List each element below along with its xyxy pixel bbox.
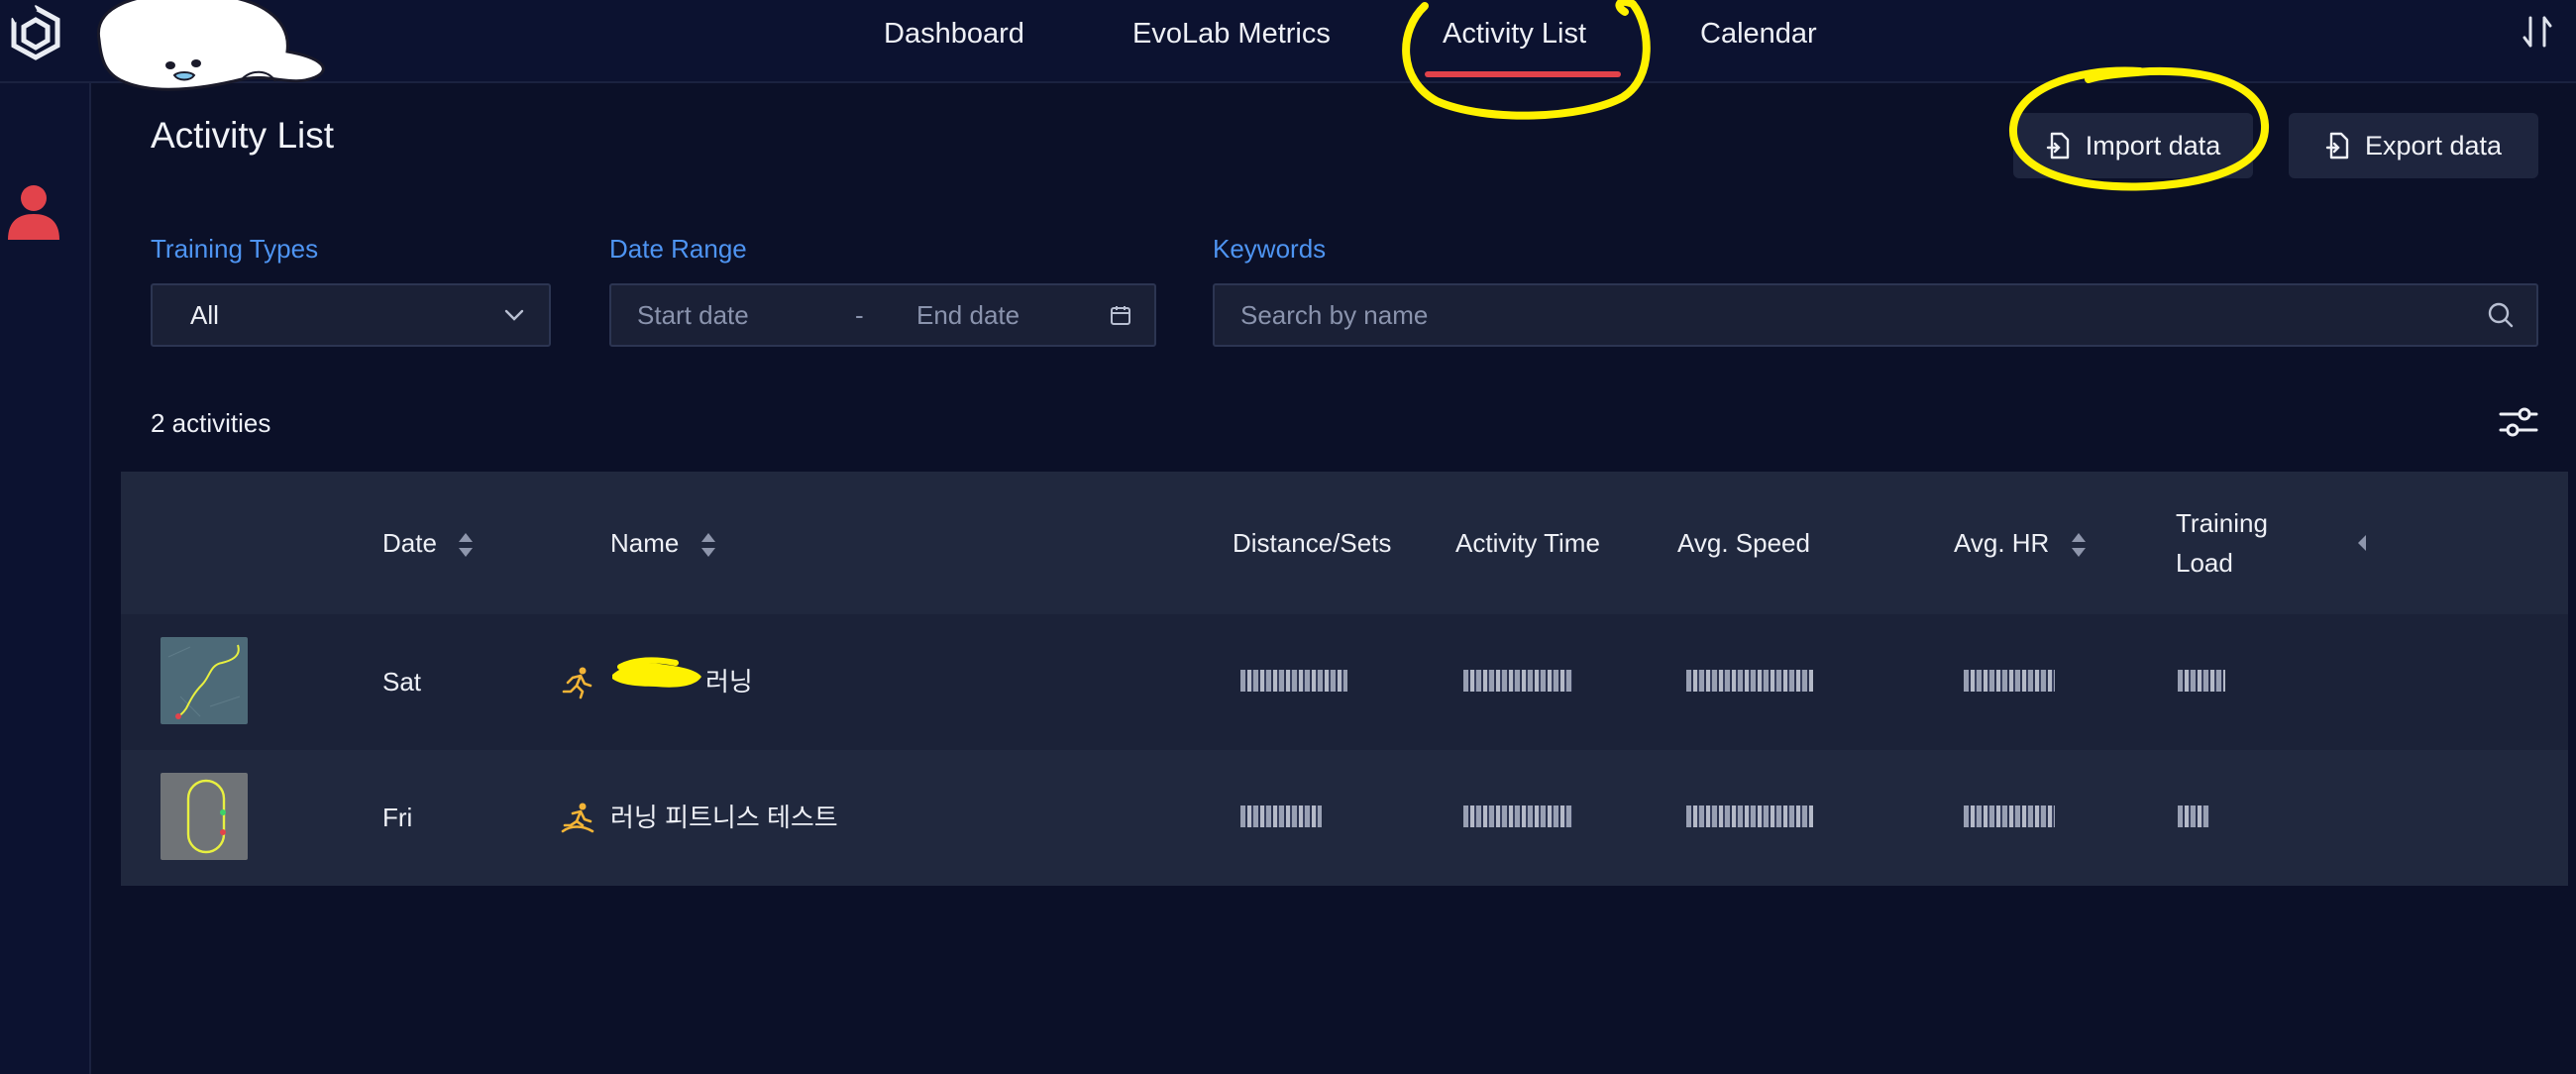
export-data-label: Export data xyxy=(2364,130,2503,161)
column-header-avg-hr[interactable]: Avg. HR xyxy=(1954,523,2087,563)
fitness-test-icon xyxy=(561,803,594,833)
row-day: Fri xyxy=(382,803,413,832)
chevron-down-icon xyxy=(504,309,524,321)
redacted-distance xyxy=(1240,806,1322,827)
import-data-button[interactable]: Import data xyxy=(2013,113,2253,178)
route-map-thumbnail xyxy=(161,773,248,860)
search-icon[interactable] xyxy=(2487,301,2515,329)
date-range-picker[interactable]: Start date - End date xyxy=(609,283,1156,347)
sort-arrows-icon[interactable] xyxy=(700,531,716,559)
row-name[interactable]: 러닝 xyxy=(705,614,753,750)
page-title: Activity List xyxy=(151,115,335,156)
redacted-distance xyxy=(1240,670,1347,692)
column-header-activity-time: Activity Time xyxy=(1455,528,1600,558)
redacted-training-load xyxy=(2178,670,2225,692)
training-types-value: All xyxy=(190,299,219,330)
column-header-date-label: Date xyxy=(382,528,437,558)
redacted-avg-speed xyxy=(1686,670,1813,692)
tab-activity-list[interactable]: Activity List xyxy=(1443,0,1586,69)
start-date-input[interactable]: Start date xyxy=(637,300,855,331)
active-tab-indicator xyxy=(1425,71,1621,77)
training-load-line-1: Training xyxy=(2176,508,2268,538)
tab-evolab-metrics[interactable]: EvoLab Metrics xyxy=(1132,0,1331,69)
column-settings-icon[interactable] xyxy=(2499,404,2538,440)
calendar-icon xyxy=(1111,306,1130,325)
table-row[interactable]: Sat 러닝 xyxy=(121,614,2568,750)
training-types-label: Training Types xyxy=(151,234,319,264)
keyword-search-field[interactable] xyxy=(1213,283,2538,347)
yellow-redaction-scribble xyxy=(612,657,701,688)
table-row[interactable]: Fri 러닝 피트니스 테스트 xyxy=(121,750,2568,886)
activity-table: Date Name Distance/Sets Activity Time Av… xyxy=(121,472,2568,886)
import-data-label: Import data xyxy=(2085,130,2221,161)
end-date-input[interactable]: End date xyxy=(916,300,1109,331)
redacted-avg-hr xyxy=(1964,806,2055,827)
route-map-thumbnail xyxy=(161,637,248,724)
user-profile-icon[interactable] xyxy=(4,180,63,244)
column-header-training-load[interactable]: Training Load xyxy=(2176,503,2268,583)
tab-calendar[interactable]: Calendar xyxy=(1700,0,1817,69)
sort-arrows-icon[interactable] xyxy=(458,531,474,559)
row-name[interactable]: 러닝 피트니스 테스트 xyxy=(610,750,838,886)
table-header: Date Name Distance/Sets Activity Time Av… xyxy=(121,472,2568,614)
date-separator: - xyxy=(855,299,864,330)
column-header-name[interactable]: Name xyxy=(610,523,716,563)
search-input[interactable] xyxy=(1240,299,2487,331)
date-range-label: Date Range xyxy=(609,234,747,264)
column-header-date[interactable]: Date xyxy=(382,523,474,563)
sort-arrows-icon[interactable] xyxy=(2071,531,2087,559)
sort-toggle-icon[interactable] xyxy=(2521,14,2556,50)
redacted-activity-time xyxy=(1463,670,1572,692)
column-header-avg-speed: Avg. Speed xyxy=(1677,528,1810,558)
training-load-line-2: Load xyxy=(2176,548,2233,578)
redacted-activity-time xyxy=(1463,806,1572,827)
left-sidebar xyxy=(0,83,91,1074)
mascot-sticker-image xyxy=(96,0,325,91)
row-day: Sat xyxy=(382,667,422,697)
app-logo-icon[interactable] xyxy=(8,4,63,63)
keywords-label: Keywords xyxy=(1213,234,1327,264)
redacted-avg-hr xyxy=(1964,670,2055,692)
training-types-select[interactable]: All xyxy=(151,283,551,347)
running-icon xyxy=(562,667,592,699)
top-navigation-bar: Dashboard EvoLab Metrics Activity List C… xyxy=(0,0,2576,83)
redacted-avg-speed xyxy=(1686,806,1813,827)
tab-dashboard[interactable]: Dashboard xyxy=(884,0,1024,69)
column-header-avg-hr-label: Avg. HR xyxy=(1954,528,2050,558)
import-file-icon xyxy=(2046,132,2069,160)
export-file-icon xyxy=(2325,132,2349,160)
redacted-training-load xyxy=(2178,806,2209,827)
export-data-button[interactable]: Export data xyxy=(2289,113,2538,178)
column-header-name-label: Name xyxy=(610,528,680,558)
sort-arrow-partial-icon[interactable] xyxy=(2356,529,2368,557)
column-header-distance: Distance/Sets xyxy=(1233,528,1392,558)
activity-count: 2 activities xyxy=(151,408,271,438)
